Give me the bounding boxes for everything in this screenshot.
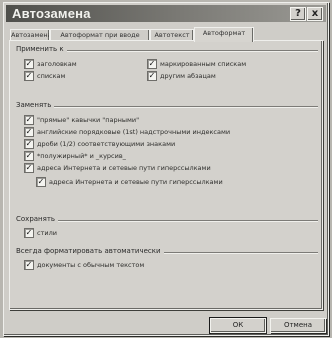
checkbox-box: ✓ — [24, 228, 34, 238]
checkbox-label: адреса Интернета и сетевые пути гиперссы… — [49, 178, 223, 186]
checkbox-box: ✓ — [36, 177, 46, 187]
preserve-group: Сохранять ✓ стили — [14, 215, 318, 245]
replace-ordinals-checkbox[interactable]: ✓ английские порядковые (1st) надстрочны… — [24, 127, 314, 137]
apply-other-paragraphs-checkbox[interactable]: ✓ другим абзацам — [147, 71, 317, 81]
checkbox-label: маркированным спискам — [160, 60, 247, 68]
always-format-group: Всегда форматировать автоматически ✓ док… — [14, 247, 318, 277]
apply-headings-checkbox[interactable]: ✓ заголовкам — [24, 59, 134, 69]
autocorrect-dialog: Автозамена ? x Автозамена Автоформат при… — [3, 2, 329, 336]
checkbox-label: "прямые" кавычки "парными" — [37, 116, 140, 124]
checkbox-box: ✓ — [24, 127, 34, 137]
checkbox-box: ✓ — [147, 71, 157, 81]
checkbox-box: ✓ — [24, 151, 34, 161]
checkbox-label: спискам — [37, 72, 66, 80]
replace-legend: Заменять — [16, 101, 55, 109]
tab-autoformat[interactable]: Автоформат — [194, 27, 254, 42]
autoformat-panel: Применить к ✓ заголовкам ✓ спискам ✓ мар… — [9, 40, 323, 310]
checkbox-box: ✓ — [24, 139, 34, 149]
checkbox-label: другим абзацам — [160, 72, 216, 80]
replace-group: Заменять ✓ "прямые" кавычки "парными" ✓ … — [14, 101, 318, 211]
format-plain-text-checkbox[interactable]: ✓ документы с обычным текстом — [24, 260, 304, 270]
cancel-button[interactable]: Отмена — [270, 318, 326, 333]
close-button[interactable]: x — [307, 7, 323, 21]
apply-bulleted-lists-checkbox[interactable]: ✓ маркированным спискам — [147, 59, 317, 69]
preserve-styles-checkbox[interactable]: ✓ стили — [24, 228, 144, 238]
checkbox-label: стили — [37, 229, 57, 237]
replace-bold-italic-checkbox[interactable]: ✓ *полужирный* и _курсив_ — [24, 151, 314, 161]
apply-lists-checkbox[interactable]: ✓ спискам — [24, 71, 134, 81]
checkbox-label: *полужирный* и _курсив_ — [37, 152, 126, 160]
help-button[interactable]: ? — [290, 7, 306, 21]
close-icon: x — [311, 8, 319, 19]
apply-group: Применить к ✓ заголовкам ✓ спискам ✓ мар… — [14, 45, 318, 87]
checkbox-box: ✓ — [24, 163, 34, 173]
replace-smart-quotes-checkbox[interactable]: ✓ "прямые" кавычки "парными" — [24, 115, 314, 125]
checkbox-box: ✓ — [24, 59, 34, 69]
apply-legend: Применить к — [16, 45, 67, 53]
checkbox-box: ✓ — [24, 71, 34, 81]
divider — [16, 106, 318, 107]
checkbox-box: ✓ — [24, 115, 34, 125]
checkbox-box: ✓ — [147, 59, 157, 69]
always-format-legend: Всегда форматировать автоматически — [16, 247, 164, 255]
checkbox-label: документы с обычным текстом — [37, 261, 145, 269]
checkbox-label: дроби (1/2) соответствующими знаками — [37, 140, 176, 148]
checkbox-label: адреса Интернета и сетевые пути гиперссы… — [37, 164, 211, 172]
replace-hyperlinks-checkbox[interactable]: ✓ адреса Интернета и сетевые пути гиперс… — [24, 163, 314, 173]
help-icon: ? — [295, 8, 301, 19]
checkbox-label: английские порядковые (1st) надстрочными… — [37, 128, 231, 136]
preserve-legend: Сохранять — [16, 215, 59, 223]
ok-button[interactable]: ОК — [210, 318, 266, 333]
checkbox-label: заголовкам — [37, 60, 77, 68]
checkbox-box: ✓ — [24, 260, 34, 270]
title-bar: Автозамена ? x — [6, 5, 326, 22]
divider — [16, 220, 318, 221]
replace-fractions-checkbox[interactable]: ✓ дроби (1/2) соответствующими знаками — [24, 139, 314, 149]
replace-network-paths-checkbox[interactable]: ✓ адреса Интернета и сетевые пути гиперс… — [36, 177, 316, 187]
dialog-title: Автозамена — [12, 6, 91, 21]
